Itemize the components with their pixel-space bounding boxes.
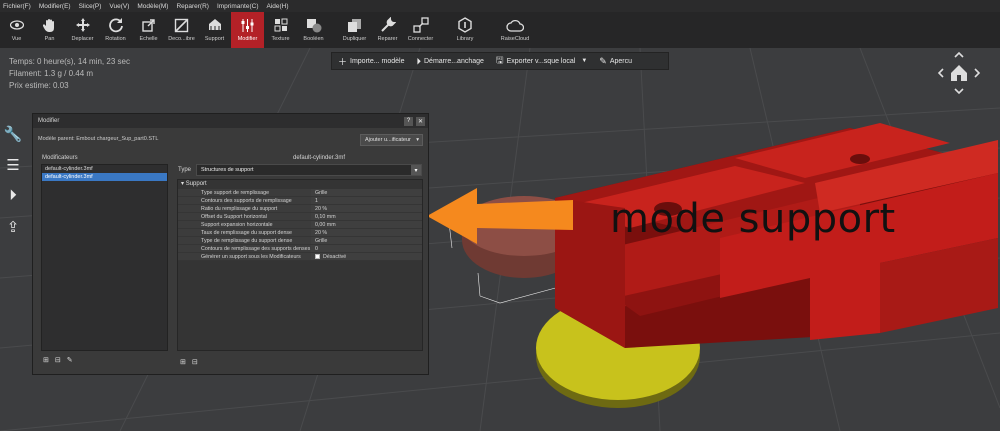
- property-actions: ⊞ ⊟: [180, 358, 198, 366]
- support-icon: [205, 16, 225, 34]
- tool-raisecloud[interactable]: RaiseCloud: [493, 12, 537, 48]
- move-icon: [73, 16, 93, 34]
- side-toolbar: 🔧 ☰ ⏵ ⇪: [3, 118, 23, 242]
- tool-vue[interactable]: Vue: [0, 12, 33, 48]
- table-row[interactable]: Contours des supports de remplissage 1: [178, 197, 422, 205]
- wrench-icon[interactable]: 🔧: [3, 118, 23, 149]
- list-item[interactable]: default-cylinder.3mf: [42, 165, 167, 173]
- preview-icon: ✎: [599, 55, 607, 66]
- modifier-icon: [238, 16, 258, 34]
- cut-icon: [172, 16, 192, 34]
- menu-imprimante[interactable]: Imprimante(C): [217, 3, 259, 10]
- rotate-icon: [106, 16, 126, 34]
- view-navigation-control[interactable]: [936, 50, 982, 96]
- library-icon: [455, 16, 475, 34]
- play-circle-icon[interactable]: ⏵: [3, 180, 23, 211]
- hand-icon: [40, 16, 60, 34]
- add-modifier-dropdown[interactable]: Ajouter u...ificateur ▾: [360, 134, 423, 146]
- annotation-text: mode support: [610, 196, 896, 242]
- menu-reparer[interactable]: Reparer(R): [176, 3, 209, 10]
- cloud-icon: [505, 16, 525, 34]
- type-select[interactable]: Structures de support ▾: [196, 164, 422, 176]
- repair-icon: [378, 16, 398, 34]
- tool-deplacer[interactable]: Deplacer: [66, 12, 99, 48]
- close-button[interactable]: ✕: [416, 116, 425, 126]
- preview-button[interactable]: ✎ Apercu: [593, 52, 638, 70]
- tool-pan[interactable]: Pan: [33, 12, 66, 48]
- table-row[interactable]: Offset du Support horizontal 0,10 mm: [178, 213, 422, 221]
- tool-support[interactable]: Support: [198, 12, 231, 48]
- edit-icon[interactable]: ✎: [67, 356, 73, 364]
- table-row[interactable]: Support expansion horizontale 0,00 mm: [178, 221, 422, 229]
- list-item[interactable]: default-cylinder.3mf: [42, 173, 167, 181]
- menu-bar: Fichier(F) Modifier(E) Slice(P) Vue(V) M…: [0, 0, 1000, 12]
- tool-connecter[interactable]: Connecter: [404, 12, 437, 48]
- chevron-down-icon: ▾: [411, 165, 421, 175]
- duplicate-icon: [345, 16, 365, 34]
- print-time: Temps: 0 heure(s), 14 min, 23 sec: [9, 57, 130, 66]
- modifier-dialog: Modifier ? ✕ Modèle parent: Embout charg…: [32, 113, 429, 375]
- import-model-button[interactable]: ＋ Importe... modèle: [332, 52, 410, 70]
- table-row[interactable]: Type support de remplissage Grille: [178, 189, 422, 197]
- tool-booleen[interactable]: Booléen: [297, 12, 330, 48]
- dialog-titlebar[interactable]: Modifier ? ✕: [33, 114, 428, 128]
- tool-reparer[interactable]: Reparer: [371, 12, 404, 48]
- modifier-list-actions: ⊞ ⊟ ✎: [43, 356, 73, 364]
- list-icon[interactable]: ☰: [3, 149, 23, 180]
- plus-icon: ＋: [338, 56, 348, 67]
- play-icon: ⏵: [416, 55, 421, 66]
- selected-object-name: default-cylinder.3mf: [292, 155, 346, 161]
- table-row[interactable]: Contours de remplissage des supports den…: [178, 245, 422, 253]
- remove-icon[interactable]: ⊟: [192, 358, 198, 366]
- scale-icon: [139, 16, 159, 34]
- table-row[interactable]: Générer un support sous les Modificateur…: [178, 253, 422, 261]
- boolean-icon: [304, 16, 324, 34]
- chevron-down-icon: ▼: [581, 58, 588, 64]
- tool-library[interactable]: Library: [445, 12, 485, 48]
- type-label: Type: [178, 167, 192, 173]
- add-icon[interactable]: ⊞: [180, 358, 186, 366]
- tool-texture[interactable]: Texture: [264, 12, 297, 48]
- menu-modele[interactable]: Modèle(M): [137, 3, 168, 10]
- dialog-title: Modifier: [38, 118, 60, 124]
- tool-modifier[interactable]: Modifier: [231, 12, 264, 48]
- estimated-price: Prix estime: 0.03: [9, 81, 69, 90]
- modifiers-list: default-cylinder.3mf default-cylinder.3m…: [41, 164, 168, 351]
- orange-arrow-annotation: [427, 188, 573, 244]
- main-toolbar: Vue Pan Deplacer Rotation Echelle Deco..…: [0, 12, 1000, 48]
- connect-icon: [411, 16, 431, 34]
- tool-echelle[interactable]: Echelle: [132, 12, 165, 48]
- save-icon: 🖫: [495, 55, 504, 65]
- tool-decoupe[interactable]: Deco...ibre: [165, 12, 198, 48]
- remove-icon[interactable]: ⊟: [55, 356, 61, 364]
- menu-fichier[interactable]: Fichier(F): [3, 3, 31, 10]
- texture-icon: [271, 16, 291, 34]
- print-stats: Temps: 0 heure(s), 14 min, 23 sec Filame…: [9, 56, 130, 92]
- filament-usage: Filament: 1.3 g / 0.44 m: [9, 69, 94, 78]
- parent-model-label: Modèle parent: Embout chargeur_Sup_part0…: [38, 136, 159, 142]
- generate-support-checkbox[interactable]: [315, 254, 320, 259]
- section-header-support[interactable]: ▾ Support: [178, 180, 422, 189]
- property-grid: ▾ Support Type support de remplissage Gri…: [177, 179, 423, 351]
- menu-modifier[interactable]: Modifier(E): [39, 3, 71, 10]
- menu-aide[interactable]: Aide(H): [267, 3, 289, 10]
- table-row[interactable]: Ratio du remplissage du support 20 %: [178, 205, 422, 213]
- chevron-down-icon: ▾: [416, 137, 419, 143]
- start-slicing-button[interactable]: ⏵ Démarre...anchage: [410, 52, 489, 70]
- export-local-button[interactable]: 🖫 Exporter v...sque local ▼: [490, 52, 593, 70]
- help-button[interactable]: ?: [404, 116, 413, 126]
- tool-dupliquer[interactable]: Dupliquer: [338, 12, 371, 48]
- menu-slice[interactable]: Slice(P): [79, 3, 102, 10]
- menu-vue[interactable]: Vue(V): [109, 3, 129, 10]
- action-bar: ＋ Importe... modèle ⏵ Démarre...anchage 🖫 E…: [331, 52, 669, 70]
- table-row[interactable]: Type de remplissage du support dense Gril…: [178, 237, 422, 245]
- tool-rotation[interactable]: Rotation: [99, 12, 132, 48]
- add-icon[interactable]: ⊞: [43, 356, 49, 364]
- upload-icon[interactable]: ⇪: [3, 211, 23, 242]
- modifiers-heading: Modificateurs: [42, 155, 78, 161]
- table-row[interactable]: Taux de remplissage du support dense 20 %: [178, 229, 422, 237]
- eye-icon: [7, 16, 27, 34]
